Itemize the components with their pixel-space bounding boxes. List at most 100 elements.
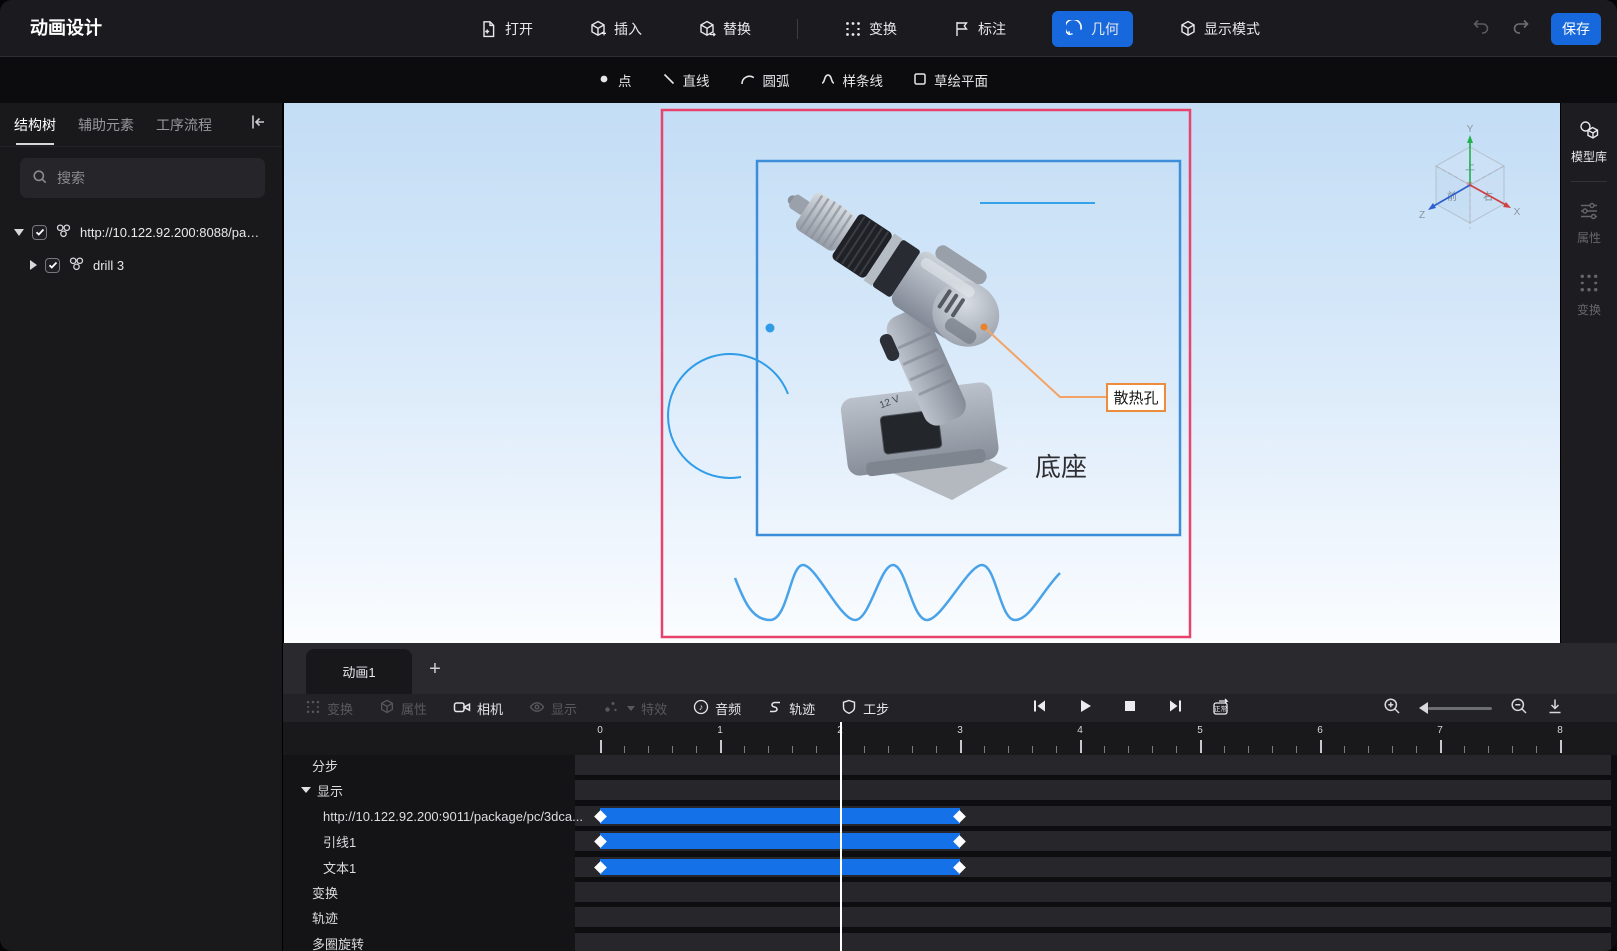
open-button[interactable]: 打开 <box>470 11 543 47</box>
timeline-row-label[interactable]: 显示 <box>301 780 343 800</box>
timeline-row-track[interactable] <box>575 831 1611 851</box>
insert-button[interactable]: 插入 <box>579 11 652 47</box>
3d-viewport[interactable]: 12 V 散热孔 底座 前 右 Y Z X <box>283 103 1560 643</box>
annotation-leader[interactable]: 散热孔 <box>980 323 1166 412</box>
timeline-ruler[interactable]: 012345678 <box>283 722 1617 755</box>
annotate-button[interactable]: 标注 <box>943 11 1016 47</box>
keyframe-diamond[interactable] <box>594 834 607 848</box>
timeline-zoom-controls <box>1383 694 1564 722</box>
tree-checkbox[interactable] <box>45 257 60 273</box>
tree-item-label: http://10.122.92.200:8088/pack... <box>80 224 265 240</box>
scene-text-label[interactable]: 底座 <box>1035 453 1087 482</box>
tl-properties-button[interactable]: 属性 <box>379 699 427 718</box>
undo-icon[interactable] <box>1471 16 1491 41</box>
playhead[interactable] <box>840 722 842 951</box>
collapsed-caret-icon[interactable] <box>30 260 37 270</box>
sketch-plane-tool-button[interactable]: 草绘平面 <box>913 70 988 90</box>
keyframe-bar[interactable] <box>594 859 966 875</box>
viewcube-front-label: 前 <box>1447 190 1457 203</box>
stop-icon[interactable] <box>1121 697 1139 720</box>
timeline-row-label[interactable]: 变换 <box>312 882 338 902</box>
line-tool-button[interactable]: 直线 <box>662 70 710 90</box>
sketch-point[interactable] <box>765 323 775 333</box>
play-icon[interactable] <box>1076 697 1094 720</box>
collapse-sidebar-icon[interactable] <box>248 113 268 136</box>
timeline-row-label[interactable]: http://10.122.92.200:9011/package/pc/3dc… <box>323 806 583 826</box>
sketch-spline-wave[interactable] <box>733 563 1061 622</box>
transform-panel-label: 变换 <box>1576 303 1601 317</box>
view-cube[interactable]: 上 前 右 Y Z X <box>1419 124 1521 229</box>
tl-trajectory-button[interactable]: 轨迹 <box>767 699 815 718</box>
play-mode-button[interactable]: 正常 <box>1211 698 1237 718</box>
export-download-icon[interactable] <box>1546 697 1564 720</box>
ruler-minor-tick <box>1128 746 1129 753</box>
timeline-row-label[interactable]: 引线1 <box>323 831 356 851</box>
ruler-minor-tick <box>984 746 985 753</box>
zoom-in-icon[interactable] <box>1383 697 1401 720</box>
ruler-major-tick <box>960 740 962 753</box>
tl-workstep-button[interactable]: 工步 <box>841 699 889 718</box>
tree-item-drill3[interactable]: drill 3 <box>0 251 283 279</box>
point-tool-button[interactable]: 点 <box>597 70 632 90</box>
timeline-scale-slider[interactable] <box>1419 702 1492 714</box>
model-library-button[interactable]: 模型库 <box>1571 119 1607 165</box>
timeline-row-track[interactable] <box>575 882 1611 902</box>
tree-item-package[interactable]: http://10.122.92.200:8088/pack... <box>0 218 283 246</box>
geometry-button[interactable]: 几何 <box>1052 10 1133 47</box>
redo-icon[interactable] <box>1511 16 1531 41</box>
slider-thumb[interactable] <box>1419 702 1428 714</box>
axis-x-label: X <box>1514 207 1521 218</box>
row-expand-caret-icon[interactable] <box>301 787 311 793</box>
expand-caret-icon[interactable] <box>14 228 24 236</box>
replace-button[interactable]: 替换 <box>688 11 761 47</box>
properties-button[interactable]: 属性 <box>1577 200 1601 246</box>
tree-checkbox[interactable] <box>32 224 47 240</box>
step-forward-icon[interactable] <box>1166 697 1184 720</box>
timeline-row-label[interactable]: 文本1 <box>323 857 356 877</box>
ruler-tick-label: 8 <box>1557 725 1563 736</box>
slider-track[interactable] <box>1428 706 1492 710</box>
keyframe-diamond[interactable] <box>594 860 607 874</box>
spline-tool-button[interactable]: 样条线 <box>820 70 883 90</box>
tab-auxiliary-elements[interactable]: 辅助元素 <box>78 115 134 135</box>
transform-button[interactable]: 变换 <box>834 11 907 47</box>
save-button[interactable]: 保存 <box>1551 12 1601 45</box>
timeline-row-track[interactable] <box>575 857 1611 877</box>
keyframe-bar[interactable] <box>594 808 966 824</box>
zoom-out-icon[interactable] <box>1510 697 1528 720</box>
keyframe-bar[interactable] <box>594 833 966 849</box>
tl-camera-button[interactable]: 相机 <box>453 699 503 718</box>
arc-tool-button[interactable]: 圆弧 <box>740 70 790 90</box>
tl-display-button[interactable]: 显示 <box>529 699 577 718</box>
keyframe-diamond[interactable] <box>953 809 966 823</box>
timeline-row-label[interactable]: 分步 <box>312 755 338 775</box>
timeline-row-track[interactable] <box>575 907 1611 927</box>
timeline-row-track[interactable] <box>575 780 1611 800</box>
timeline-row-track[interactable] <box>575 755 1611 775</box>
tl-effects-button[interactable]: 特效 <box>603 699 667 718</box>
timeline-row-label[interactable]: 轨迹 <box>312 907 338 927</box>
tl-audio-button[interactable]: ♪ 音频 <box>693 699 741 718</box>
loop-mode-icon: 正常 <box>1213 698 1229 715</box>
timeline-row-track[interactable] <box>575 933 1611 951</box>
sketch-tools-group: 点 直线 圆弧 样条线 草绘平面 <box>597 57 988 103</box>
keyframe-diamond[interactable] <box>953 860 966 874</box>
tab-structure-tree[interactable]: 结构树 <box>14 115 56 145</box>
animation-tab[interactable]: 动画1 <box>306 649 412 694</box>
timeline-row-track[interactable] <box>575 806 1611 826</box>
sketch-arc[interactable] <box>667 353 789 479</box>
keyframe-diamond[interactable] <box>953 834 966 848</box>
display-mode-button[interactable]: 显示模式 <box>1169 11 1270 47</box>
step-back-icon[interactable] <box>1031 697 1049 720</box>
search-input[interactable]: 搜索 <box>20 158 265 198</box>
tab-process-flow[interactable]: 工序流程 <box>156 115 212 135</box>
tl-transform-button[interactable]: 变换 <box>305 699 353 718</box>
chevron-down-icon <box>627 705 636 711</box>
axis-z-label: Z <box>1419 210 1425 221</box>
point-icon <box>597 72 611 89</box>
keyframe-diamond[interactable] <box>594 809 607 823</box>
add-animation-tab-button[interactable]: + <box>421 651 449 687</box>
timeline-row-label[interactable]: 多圈旋转 <box>312 933 364 951</box>
transform-panel-button[interactable]: 变换 <box>1577 272 1601 318</box>
ruler-minor-tick <box>1296 746 1297 753</box>
